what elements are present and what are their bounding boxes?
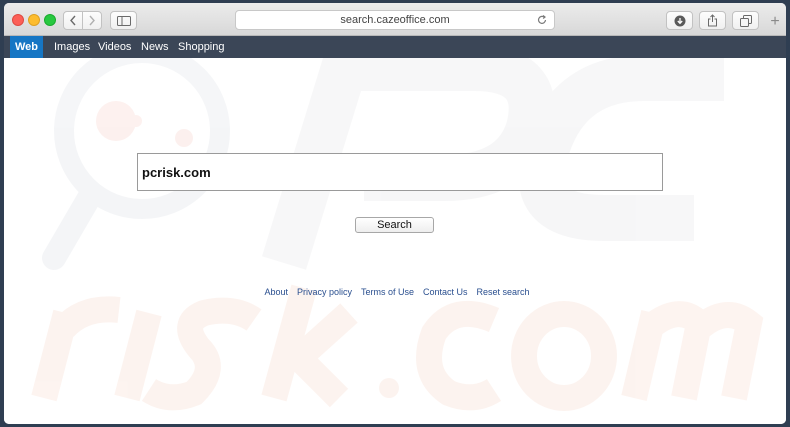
pcrisk-watermark-logo (31, 58, 764, 411)
footer-link-terms-of-use[interactable]: Terms of Use (361, 287, 414, 297)
nav-tab-news[interactable]: News (136, 36, 174, 58)
new-tab-button[interactable]: + (766, 13, 784, 31)
footer-links: About Privacy policy Terms of Use Contac… (4, 287, 786, 297)
browser-toolbar: search.cazeoffice.com + (4, 3, 786, 36)
nav-tab-images[interactable]: Images (49, 36, 95, 58)
address-bar[interactable]: search.cazeoffice.com (235, 10, 555, 30)
nav-tab-shopping[interactable]: Shopping (173, 36, 230, 58)
browser-window: search.cazeoffice.com + Web Images Video… (4, 3, 786, 424)
minimize-window-button[interactable] (28, 14, 40, 26)
share-icon (708, 14, 717, 27)
footer-link-privacy-policy[interactable]: Privacy policy (297, 287, 352, 297)
address-url: search.cazeoffice.com (340, 14, 450, 26)
search-input[interactable] (138, 154, 662, 190)
footer-link-contact-us[interactable]: Contact Us (423, 287, 468, 297)
reload-icon[interactable] (536, 14, 548, 26)
share-button[interactable] (699, 11, 726, 30)
chevron-left-icon (70, 15, 76, 26)
forward-button[interactable] (82, 11, 102, 30)
close-window-button[interactable] (12, 14, 24, 26)
tabs-icon (739, 14, 752, 27)
nav-tab-web[interactable]: Web (10, 36, 44, 58)
tab-overview-button[interactable] (732, 11, 759, 30)
back-button[interactable] (63, 11, 83, 30)
search-box[interactable] (137, 153, 663, 191)
footer-link-about[interactable]: About (264, 287, 288, 297)
zoom-window-button[interactable] (44, 14, 56, 26)
page-content: Search About Privacy policy Terms of Use… (4, 58, 786, 424)
footer-link-reset-search[interactable]: Reset search (477, 287, 530, 297)
sidebar-toggle-button[interactable] (110, 11, 137, 30)
nav-tab-videos[interactable]: Videos (93, 36, 136, 58)
chevron-right-icon (89, 15, 95, 26)
search-button[interactable]: Search (355, 217, 434, 233)
site-navigation: Web Images Videos News Shopping (4, 36, 786, 58)
download-icon (674, 15, 685, 26)
downloads-button[interactable] (666, 11, 693, 30)
sidebar-icon (116, 15, 131, 26)
